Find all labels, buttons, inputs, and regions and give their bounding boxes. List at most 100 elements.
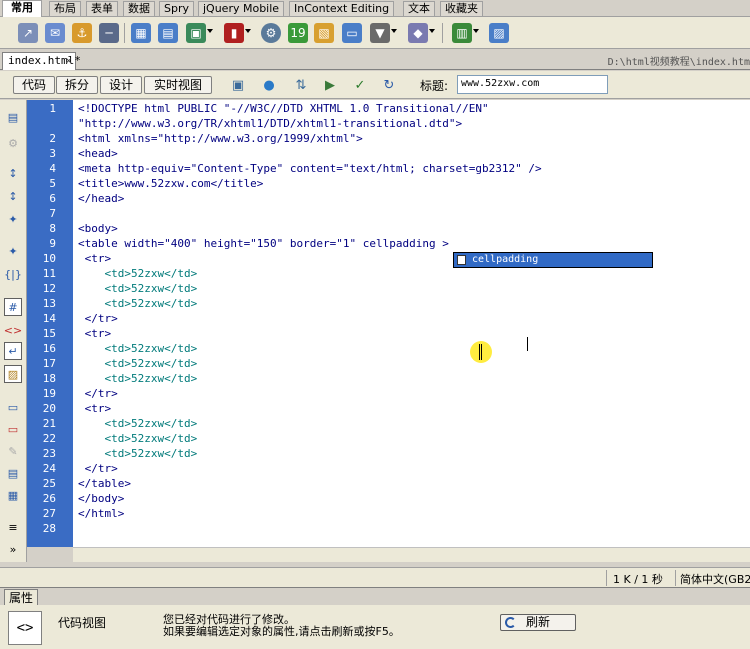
chevron-down-icon[interactable]: » bbox=[4, 540, 22, 558]
move-css-icon[interactable]: ▦ bbox=[4, 486, 22, 504]
code-line[interactable]: <tr> bbox=[78, 401, 112, 416]
insert-tab-incontext-editing[interactable]: InContext Editing bbox=[289, 1, 395, 16]
code-line[interactable]: <html xmlns="http://www.w3.org/1999/xhtm… bbox=[78, 131, 363, 146]
horizontal-rule-icon[interactable]: ─ bbox=[99, 23, 119, 43]
snippets-icon[interactable]: ▨ bbox=[489, 23, 509, 43]
code-hint-item[interactable]: cellpadding bbox=[453, 252, 653, 268]
line-number: 18 bbox=[42, 372, 56, 385]
code-line[interactable]: <body> bbox=[78, 221, 118, 236]
head-icon[interactable]: ▼ bbox=[370, 23, 390, 43]
code-line[interactable]: <td>52zxw</td> bbox=[78, 371, 197, 386]
code-line[interactable]: <table width="400" height="150" border="… bbox=[78, 236, 449, 251]
remove-comment-icon[interactable]: ▭ bbox=[4, 420, 22, 438]
check-page-icon[interactable]: ✓ bbox=[350, 76, 370, 94]
split-view-button[interactable]: 拆分 bbox=[56, 76, 98, 94]
table-icon[interactable]: ▦ bbox=[131, 23, 151, 43]
insert-tab-favorites[interactable]: 收藏夹 bbox=[440, 1, 483, 16]
code-line[interactable]: </body> bbox=[78, 491, 124, 506]
line-number: 12 bbox=[42, 282, 56, 295]
tag-chooser-icon[interactable]: ▥ bbox=[452, 23, 472, 43]
insert-tab-common[interactable]: 常用 bbox=[2, 0, 42, 17]
code-line[interactable]: <tr> bbox=[78, 251, 112, 266]
code-line[interactable]: <td>52zxw</td> bbox=[78, 266, 197, 281]
refresh-button-label: 刷新 bbox=[525, 615, 550, 629]
code-line[interactable]: <td>52zxw</td> bbox=[78, 356, 197, 371]
gear-icon[interactable]: ⚙ bbox=[261, 23, 281, 43]
line-number: 28 bbox=[42, 522, 56, 535]
media-icon[interactable]: ▮ bbox=[224, 23, 244, 43]
code-line[interactable]: </tr> bbox=[78, 311, 118, 326]
insert-tab-forms[interactable]: 表单 bbox=[86, 1, 118, 16]
highlight-invalid-code-icon[interactable]: <> bbox=[4, 321, 22, 339]
templates-icon[interactable]: ◆ bbox=[408, 23, 428, 43]
refresh-button[interactable]: 刷新 bbox=[500, 614, 576, 631]
wrap-tag-icon[interactable]: ✎ bbox=[4, 442, 22, 460]
properties-message-line2: 如果要编辑选定对象的属性,请点击刷新或按F5。 bbox=[163, 625, 400, 638]
collapse-selection-icon[interactable]: ↕ bbox=[4, 187, 22, 205]
code-view-button[interactable]: 代码 bbox=[13, 76, 55, 94]
indent-code-icon[interactable]: ≡ bbox=[4, 518, 22, 536]
live-view-button[interactable]: 实时视图 bbox=[144, 76, 212, 94]
date-icon[interactable]: 19 bbox=[288, 23, 308, 43]
browser-preview-icon[interactable]: ● bbox=[259, 76, 279, 94]
balance-braces-icon[interactable]: {|} bbox=[4, 265, 22, 283]
syntax-coloring-icon[interactable]: ▨ bbox=[4, 365, 22, 383]
image-icon[interactable]: ▣ bbox=[186, 23, 206, 43]
multiscreen-icon[interactable]: ▣ bbox=[228, 76, 248, 94]
code-line[interactable]: <td>52zxw</td> bbox=[78, 431, 197, 446]
code-line[interactable]: <title>www.52zxw.com</title> bbox=[78, 176, 263, 191]
select-parent-tag-icon[interactable]: ✦ bbox=[4, 242, 22, 260]
code-line[interactable]: </tr> bbox=[78, 386, 118, 401]
code-line[interactable]: "http://www.w3.org/TR/xhtml1/DTD/xhtml1-… bbox=[78, 116, 462, 131]
code-line[interactable]: </head> bbox=[78, 191, 124, 206]
expand-all-icon[interactable]: ✦ bbox=[4, 210, 22, 228]
insert-div-icon[interactable]: ▤ bbox=[158, 23, 178, 43]
email-link-icon[interactable]: ✉ bbox=[45, 23, 65, 43]
insert-tab-jquery-mobile[interactable]: jQuery Mobile bbox=[198, 1, 285, 16]
code-line[interactable]: <!DOCTYPE html PUBLIC "-//W3C//DTD XHTML… bbox=[78, 101, 489, 116]
properties-panel: <> 代码视图 您已经对代码进行了修改。 如果要编辑选定对象的属性,请点击刷新或… bbox=[0, 605, 750, 649]
code-line[interactable]: <head> bbox=[78, 146, 118, 161]
code-line[interactable]: <td>52zxw</td> bbox=[78, 341, 197, 356]
show-code-navigator-icon[interactable]: ⚙ bbox=[4, 134, 22, 152]
design-view-button[interactable]: 设计 bbox=[100, 76, 142, 94]
refresh-icon[interactable]: ↻ bbox=[379, 76, 399, 94]
open-documents-icon[interactable]: ▤ bbox=[4, 108, 22, 126]
apply-comment-icon[interactable]: ▭ bbox=[4, 398, 22, 416]
server-side-include-icon[interactable]: ▧ bbox=[314, 23, 334, 43]
debug-icon[interactable]: ▶ bbox=[320, 76, 340, 94]
properties-tab[interactable]: 属性 bbox=[4, 589, 38, 606]
named-anchor-icon[interactable]: ⚓ bbox=[72, 23, 92, 43]
status-encoding: 简体中文(GB2312) bbox=[680, 573, 750, 586]
code-editor[interactable]: </html> </body> </table> </tr> <td>52zxw</… bbox=[73, 100, 750, 547]
title-input[interactable]: www.52zxw.com bbox=[457, 75, 608, 94]
file-transfer-icon[interactable]: ⇅ bbox=[291, 76, 311, 94]
code-line[interactable]: </table> bbox=[78, 476, 131, 491]
code-line[interactable]: <meta http-equiv="Content-Type" content=… bbox=[78, 161, 542, 176]
recent-snippets-icon[interactable]: ▤ bbox=[4, 464, 22, 482]
close-icon[interactable]: × bbox=[65, 53, 72, 69]
code-line[interactable]: </tr> bbox=[78, 461, 118, 476]
code-line[interactable]: <td>52zxw</td> bbox=[78, 281, 197, 296]
status-size-time: 1 K / 1 秒 bbox=[613, 573, 663, 586]
document-tab[interactable]: index.html* × bbox=[2, 52, 81, 70]
hyperlink-icon[interactable]: ↗ bbox=[18, 23, 38, 43]
properties-header: 属性 bbox=[0, 587, 750, 606]
line-number: 9 bbox=[49, 237, 56, 250]
code-line[interactable]: </html> bbox=[78, 506, 124, 521]
insert-tab-text[interactable]: 文本 bbox=[403, 1, 435, 16]
insert-tab-data[interactable]: 数据 bbox=[123, 1, 155, 16]
comment-icon[interactable]: ▭ bbox=[342, 23, 362, 43]
code-line[interactable]: <td>52zxw</td> bbox=[78, 416, 197, 431]
collapse-full-tag-icon[interactable]: ↕ bbox=[4, 164, 22, 182]
code-line[interactable]: <td>52zxw</td> bbox=[78, 296, 197, 311]
mouse-cursor-icon bbox=[479, 344, 482, 360]
document-path: D:\html视频教程\index.htm bbox=[607, 57, 750, 68]
horizontal-scrollbar[interactable] bbox=[73, 547, 750, 562]
code-line[interactable]: <tr> bbox=[78, 326, 112, 341]
word-wrap-icon[interactable]: ↵ bbox=[4, 342, 22, 360]
insert-tab-layout[interactable]: 布局 bbox=[49, 1, 81, 16]
code-line[interactable]: <td>52zxw</td> bbox=[78, 446, 197, 461]
line-numbers-icon[interactable]: # bbox=[4, 298, 22, 316]
insert-tab-spry[interactable]: Spry bbox=[159, 1, 194, 16]
